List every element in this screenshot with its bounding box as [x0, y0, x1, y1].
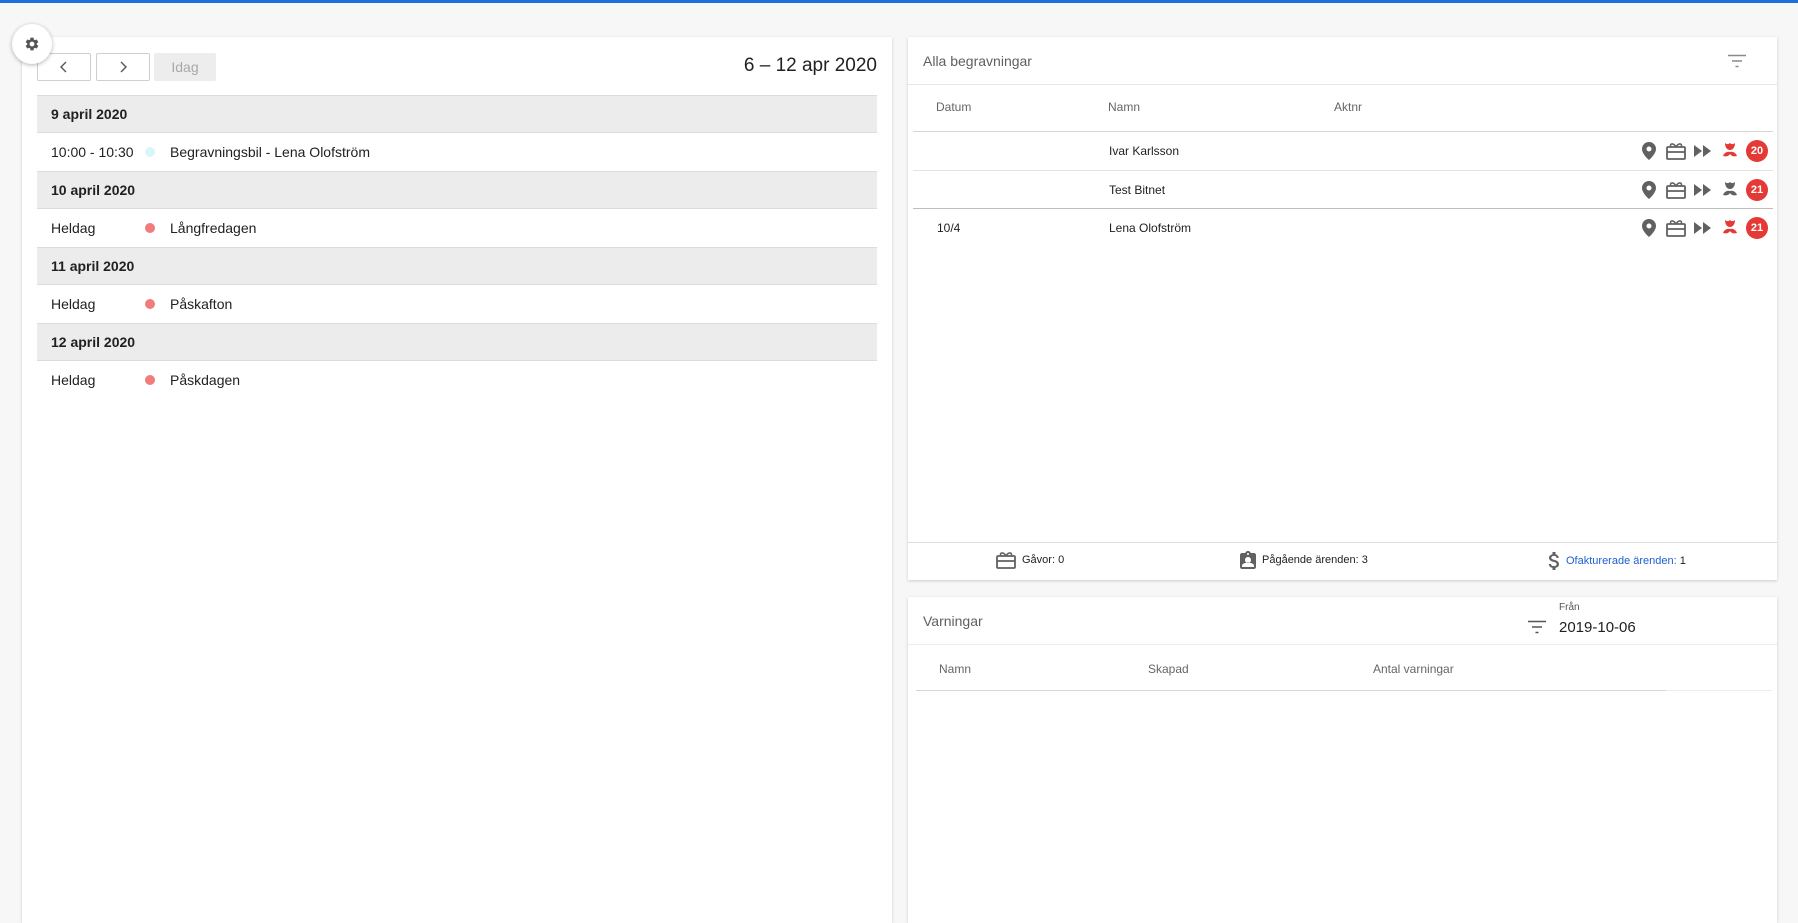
settings-button[interactable] — [12, 24, 52, 64]
gift-icon[interactable] — [1665, 179, 1687, 201]
row-date: 10/4 — [937, 221, 961, 235]
flower-icon[interactable] — [1719, 140, 1741, 162]
flower-icon[interactable] — [1719, 217, 1741, 239]
gifts-summary[interactable]: Gåvor: 0 — [996, 551, 1064, 569]
calendar-event[interactable]: 10:00 - 10:30 Begravningsbil - Lena Olof… — [37, 133, 877, 171]
today-button[interactable]: Idag — [154, 53, 216, 81]
event-color-dot — [145, 375, 155, 385]
event-color-dot — [145, 223, 155, 233]
chevron-left-icon — [60, 61, 67, 73]
event-title: Långfredagen — [170, 220, 257, 236]
column-header-name[interactable]: Namn — [1108, 100, 1140, 114]
divider — [1666, 690, 1772, 691]
warnings-panel: Varningar Från 2019-10-06 Namn Skapad An… — [908, 597, 1777, 923]
event-color-dot — [145, 147, 155, 157]
calendar-event[interactable]: Heldag Långfredagen — [37, 209, 877, 247]
calendar-event[interactable]: Heldag Påskafton — [37, 285, 877, 323]
day-header: 12 april 2020 — [37, 323, 877, 361]
gift-icon[interactable] — [1665, 140, 1687, 162]
day-header: 11 april 2020 — [37, 247, 877, 285]
calendar-panel: Idag 6 – 12 apr 2020 9 april 2020 10:00 … — [22, 37, 892, 923]
filter-icon[interactable] — [1727, 54, 1747, 73]
calendar-event[interactable]: Heldag Påskdagen — [37, 361, 877, 399]
uninvoiced-summary[interactable]: Ofakturerade ärenden: 1 — [1548, 551, 1686, 571]
from-date-label: Från — [1559, 602, 1580, 613]
event-title: Påskafton — [170, 296, 233, 312]
from-date-input[interactable]: 2019-10-06 — [1559, 619, 1636, 636]
count-badge: 21 — [1746, 217, 1768, 239]
gift-icon — [996, 552, 1016, 569]
burials-panel: Alla begravningar Datum Namn Aktnr Ivar … — [908, 37, 1777, 580]
location-pin-icon[interactable] — [1638, 140, 1660, 162]
day-header: 10 april 2020 — [37, 171, 877, 209]
next-week-button[interactable] — [96, 53, 150, 81]
table-row[interactable]: 10/4 Lena Olofström 21 — [913, 209, 1773, 247]
divider — [916, 690, 1666, 691]
gift-icon[interactable] — [1665, 217, 1687, 239]
event-time: Heldag — [51, 372, 96, 388]
count-badge: 21 — [1746, 179, 1768, 201]
row-name: Lena Olofström — [1109, 221, 1192, 235]
event-title: Påskdagen — [170, 372, 241, 388]
gifts-label: Gåvor: 0 — [1022, 554, 1065, 566]
column-header-date[interactable]: Datum — [936, 100, 971, 114]
column-header-actnr[interactable]: Aktnr — [1334, 100, 1362, 114]
day-header: 9 april 2020 — [37, 95, 877, 133]
location-pin-icon[interactable] — [1638, 217, 1660, 239]
flower-icon[interactable] — [1719, 179, 1741, 201]
fast-forward-icon[interactable] — [1692, 179, 1714, 201]
row-actions: 21 — [1638, 217, 1768, 239]
uninvoiced-count: 1 — [1679, 555, 1686, 567]
event-time: 10:00 - 10:30 — [51, 144, 134, 160]
date-range-title: 6 – 12 apr 2020 — [743, 55, 877, 76]
chevron-right-icon — [120, 61, 127, 73]
event-time: Heldag — [51, 296, 96, 312]
filter-icon[interactable] — [1527, 620, 1547, 639]
count-badge: 20 — [1746, 140, 1768, 162]
row-actions: 20 — [1638, 140, 1768, 162]
burials-footer: Gåvor: 0 Pågående ärenden: 3 Ofakturerad… — [908, 542, 1777, 580]
table-row[interactable]: Ivar Karlsson 20 — [913, 132, 1773, 170]
row-name: Ivar Karlsson — [1109, 144, 1180, 158]
fast-forward-icon[interactable] — [1692, 140, 1714, 162]
location-pin-icon[interactable] — [1638, 179, 1660, 201]
ongoing-label: Pågående ärenden: 3 — [1262, 554, 1368, 566]
divider — [908, 84, 1777, 85]
event-time: Heldag — [51, 220, 96, 236]
ongoing-summary[interactable]: Pågående ärenden: 3 — [1240, 551, 1368, 569]
row-actions: 21 — [1638, 179, 1768, 201]
calendar-list: 9 april 2020 10:00 - 10:30 Begravningsbi… — [37, 95, 877, 399]
burials-title: Alla begravningar — [923, 53, 1032, 69]
calendar-toolbar: Idag 6 – 12 apr 2020 — [22, 37, 892, 95]
event-color-dot — [145, 299, 155, 309]
column-header-name[interactable]: Namn — [939, 662, 971, 676]
event-title: Begravningsbil - Lena Olofström — [170, 144, 370, 160]
dollar-icon — [1548, 552, 1559, 570]
top-accent-bar — [0, 0, 1798, 3]
warnings-title: Varningar — [923, 613, 983, 629]
row-name: Test Bitnet — [1109, 183, 1166, 197]
table-row[interactable]: Test Bitnet 21 — [913, 171, 1773, 209]
column-header-warning-count[interactable]: Antal varningar — [1373, 662, 1454, 676]
fast-forward-icon[interactable] — [1692, 217, 1714, 239]
column-header-created[interactable]: Skapad — [1148, 662, 1189, 676]
gear-icon — [25, 37, 39, 51]
assignment-icon — [1240, 551, 1256, 569]
divider — [908, 644, 1777, 645]
uninvoiced-link[interactable]: Ofakturerade ärenden: — [1566, 555, 1677, 567]
